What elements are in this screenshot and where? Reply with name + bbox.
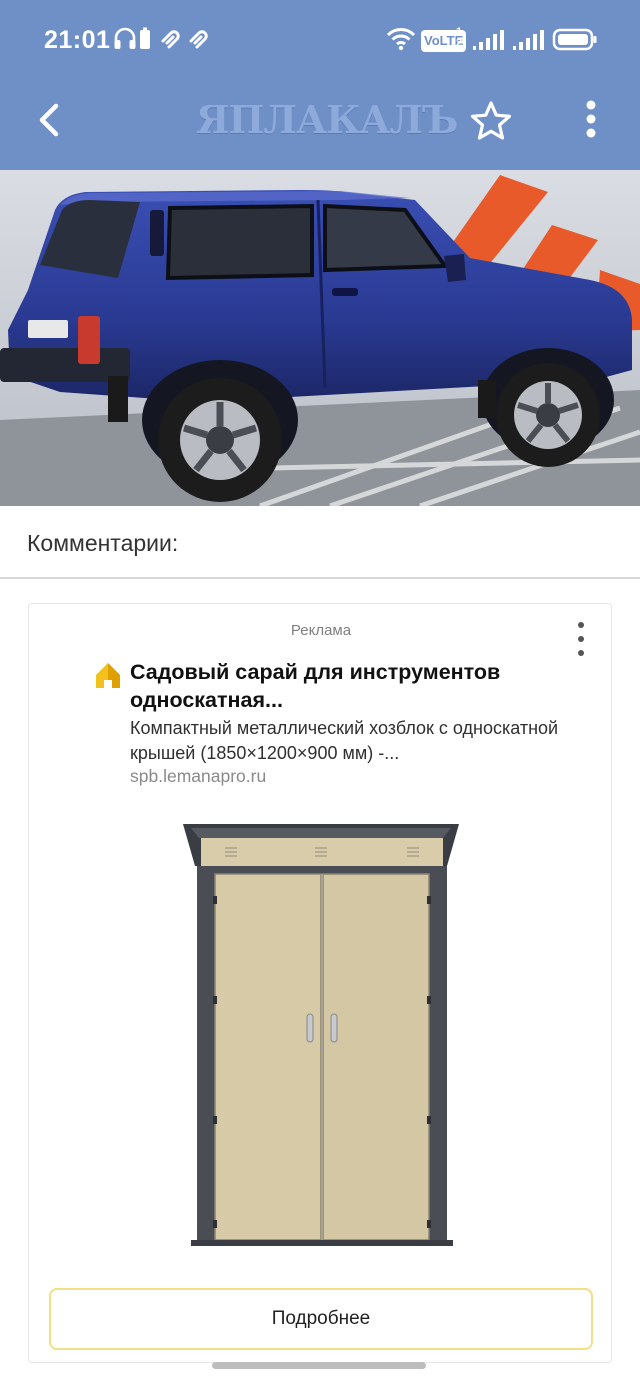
back-arrow-icon[interactable] [30, 98, 70, 142]
ad-details-button[interactable]: Подробнее [49, 1288, 593, 1350]
home-indicator[interactable] [212, 1362, 426, 1369]
battery-icon [552, 28, 597, 51]
divider [0, 577, 640, 579]
headphones-icon [114, 27, 136, 49]
volte-sim-index: 12 [456, 26, 463, 49]
ad-card[interactable]: Реклама Садовый сарай для инструментов о… [28, 603, 612, 1363]
status-bar: 21:01 VoLTE 12 [0, 0, 640, 80]
car-photo[interactable] [0, 170, 640, 506]
star-icon[interactable] [468, 98, 514, 144]
app-header: 21:01 VoLTE 12 ЯПЛАКАЛЪ [0, 0, 640, 170]
rear-wheel [158, 378, 282, 502]
more-vert-icon[interactable] [578, 98, 604, 144]
house-logo-icon [93, 660, 123, 690]
more-vert-icon[interactable] [569, 620, 593, 658]
signal-icon [473, 30, 504, 50]
link-icon [161, 30, 180, 49]
front-wheel [496, 363, 600, 467]
status-time: 21:01 [44, 26, 111, 54]
signal-icon [513, 30, 544, 50]
ad-label: Реклама [290, 622, 352, 639]
wifi-icon [386, 28, 416, 51]
site-logo[interactable]: ЯПЛАКАЛЪ [196, 98, 458, 142]
car-illustration [0, 170, 640, 506]
link-icon [189, 30, 208, 49]
ad-title[interactable]: Садовый сарай для инструментов односкатн… [130, 658, 590, 714]
ad-description: Компактный металлический хозблок с однос… [130, 718, 559, 763]
shed-photo[interactable] [177, 816, 467, 1248]
battery-saver-icon [140, 27, 150, 49]
comments-title: Комментарии: [27, 530, 179, 556]
ad-domain: spb.lemanapro.ru [130, 766, 267, 786]
